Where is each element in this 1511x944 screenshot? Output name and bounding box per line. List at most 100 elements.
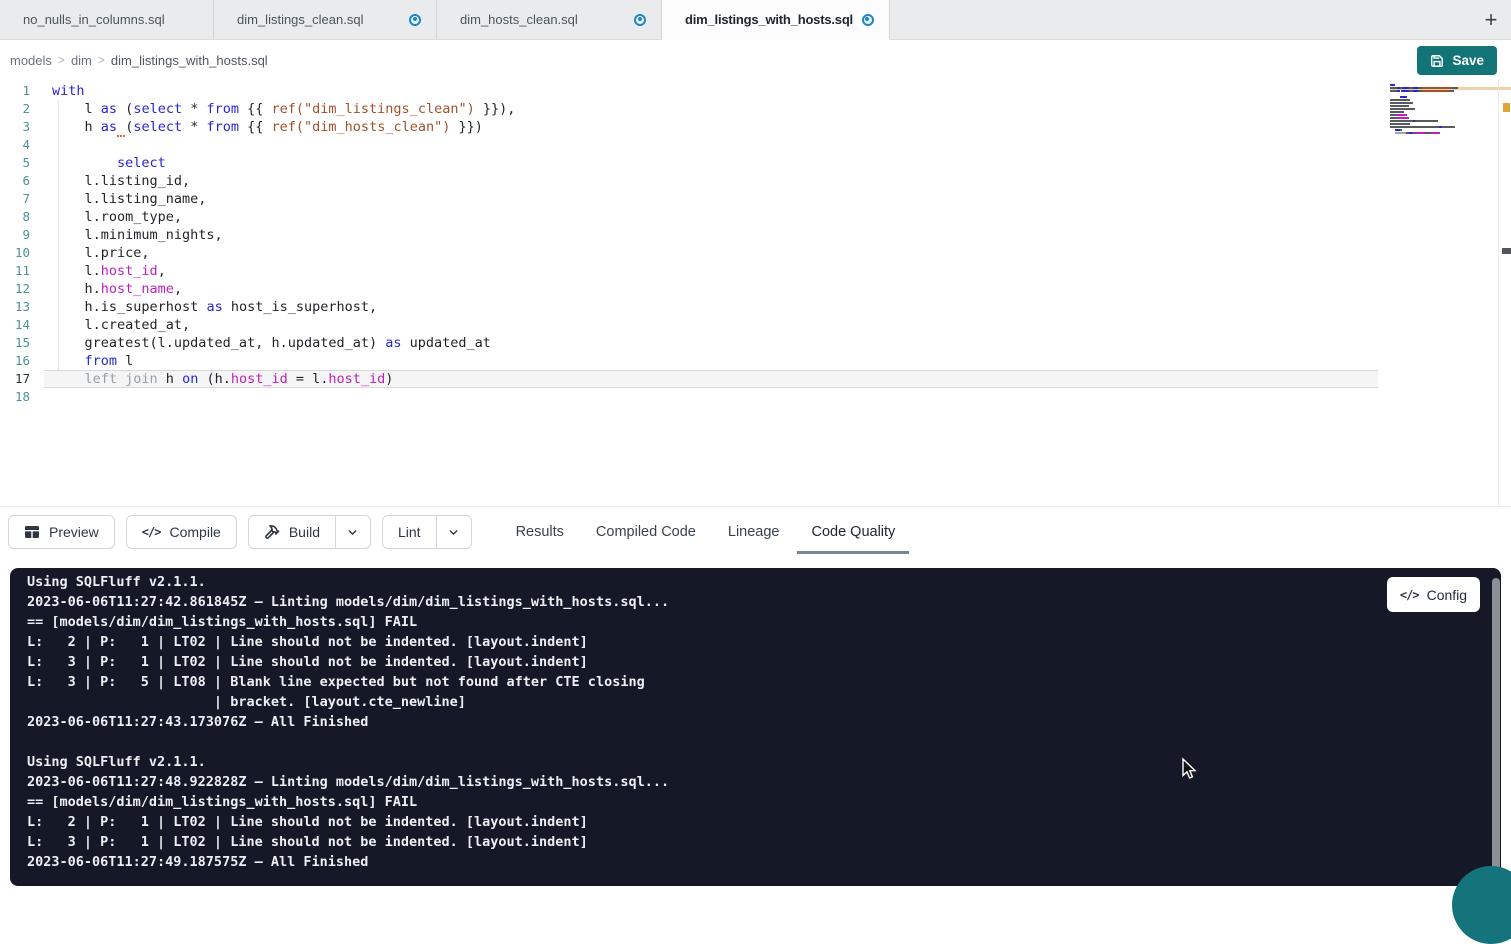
save-button-label: Save [1452, 53, 1484, 68]
preview-button[interactable]: Preview [8, 515, 115, 549]
code-line-text[interactable]: l.listing_name, [44, 190, 1378, 208]
code-line-text[interactable]: l.created_at, [44, 316, 1378, 334]
lint-button-label: Lint [398, 524, 421, 540]
modified-dot-icon [409, 14, 421, 26]
code-line-text[interactable]: left join h on (h.host_id = l.host_id) [44, 370, 1378, 388]
line-number: 14 [0, 316, 30, 334]
code-line: 5 select [0, 154, 1378, 172]
compile-button-label: Compile [169, 524, 220, 540]
editor-toolbar: Preview </> Compile Build [0, 506, 1511, 557]
tab-compiled-code[interactable]: Compiled Code [580, 507, 712, 558]
code-brackets-icon: </> [142, 525, 161, 539]
new-tab-button[interactable]: + [1477, 6, 1505, 34]
build-dropdown-button[interactable] [335, 516, 370, 548]
code-line-text[interactable]: from l [44, 352, 1378, 370]
line-number: 18 [0, 388, 30, 406]
line-number: 3 [0, 118, 30, 136]
line-number: 1 [0, 82, 30, 100]
editor-tab-label: no_nulls_in_columns.sql [23, 12, 165, 27]
code-line-text[interactable]: l.room_type, [44, 208, 1378, 226]
tab-results[interactable]: Results [500, 507, 580, 558]
editor-tab-bar: no_nulls_in_columns.sql dim_listings_clea… [0, 0, 1511, 40]
modified-dot-icon [634, 14, 646, 26]
line-number: 13 [0, 298, 30, 316]
line-number: 8 [0, 208, 30, 226]
code-line: 14 l.created_at, [0, 316, 1378, 334]
editor-tab[interactable]: dim_listings_with_hosts.sql [662, 0, 890, 40]
editor-tab[interactable]: dim_hosts_clean.sql [437, 0, 662, 39]
chevron-right-icon: > [98, 53, 105, 67]
line-number: 17 [0, 370, 30, 388]
lint-console-output: Using SQLFluff v2.1.1. 2023-06-06T11:27:… [27, 572, 669, 872]
breadcrumb-item: models [10, 53, 52, 68]
console-scrollbar[interactable] [1492, 578, 1500, 878]
table-grid-icon [24, 524, 40, 540]
indent-guide [58, 100, 59, 370]
line-number: 4 [0, 136, 30, 154]
code-line: 1 with [0, 82, 1378, 100]
editor-tab-label: dim_hosts_clean.sql [460, 12, 578, 27]
code-line-text[interactable]: l.listing_id, [44, 172, 1378, 190]
code-line: 3 h as (select * from {{ ref("dim_hosts_… [0, 118, 1378, 136]
code-line-text[interactable]: h.is_superhost as host_is_superhost, [44, 298, 1378, 316]
code-line: 9 l.minimum_nights, [0, 226, 1378, 244]
code-line: 17 left join h on (h.host_id = l.host_id… [0, 370, 1378, 388]
preview-button-label: Preview [49, 524, 99, 540]
overview-ruler-separator [1498, 80, 1499, 506]
code-line-text[interactable]: h as (select * from {{ ref("dim_hosts_cl… [44, 118, 1378, 136]
config-button[interactable]: </> Config [1387, 577, 1480, 612]
tab-lineage[interactable]: Lineage [712, 507, 796, 558]
breadcrumb: models>dim>dim_listings_with_hosts.sql [10, 53, 268, 68]
code-line: 4 [0, 136, 1378, 154]
code-editor[interactable]: 1with2 l as (select * from {{ ref("dim_l… [0, 80, 1511, 506]
code-lines: 1with2 l as (select * from {{ ref("dim_l… [0, 82, 1378, 406]
build-button[interactable]: Build [249, 516, 335, 548]
minimap[interactable] [1390, 84, 1498, 138]
overview-ruler-lint-mark [1503, 103, 1510, 112]
config-button-label: Config [1427, 587, 1467, 603]
tab-code-quality[interactable]: Code Quality [795, 507, 911, 558]
editor-tab-label: dim_listings_clean.sql [237, 12, 363, 27]
code-line-text[interactable] [44, 388, 1378, 406]
build-split-button: Build [248, 515, 371, 549]
code-line-text[interactable]: h.host_name, [44, 280, 1378, 298]
code-line-text[interactable]: l.price, [44, 244, 1378, 262]
file-header: models>dim>dim_listings_with_hosts.sql S… [0, 40, 1511, 80]
line-number: 10 [0, 244, 30, 262]
code-line-text[interactable]: l.minimum_nights, [44, 226, 1378, 244]
line-number: 15 [0, 334, 30, 352]
code-line-text[interactable]: l as (select * from {{ ref("dim_listings… [44, 100, 1378, 118]
minimap-line [1390, 135, 1498, 138]
lint-split-button: Lint [382, 515, 472, 549]
code-line: 2 l as (select * from {{ ref("dim_listin… [0, 100, 1378, 118]
plus-icon: + [1485, 7, 1498, 32]
editor-tab[interactable]: dim_listings_clean.sql [214, 0, 437, 39]
floppy-save-icon [1430, 54, 1444, 68]
code-line: 10 l.price, [0, 244, 1378, 262]
code-line: 8 l.room_type, [0, 208, 1378, 226]
code-line-text[interactable]: l.host_id, [44, 262, 1378, 280]
code-line-text[interactable]: greatest(l.updated_at, h.updated_at) as … [44, 334, 1378, 352]
editor-tab[interactable]: no_nulls_in_columns.sql [0, 0, 214, 39]
compile-button[interactable]: </> Compile [126, 515, 237, 549]
line-number: 16 [0, 352, 30, 370]
line-number: 6 [0, 172, 30, 190]
line-number: 9 [0, 226, 30, 244]
results-tab-group: ResultsCompiled CodeLineageCode Quality [500, 507, 912, 558]
line-number: 5 [0, 154, 30, 172]
save-button[interactable]: Save [1417, 46, 1497, 75]
code-line: 16 from l [0, 352, 1378, 370]
code-line-text[interactable]: select [44, 154, 1378, 172]
chevron-down-icon [447, 526, 460, 539]
lint-dropdown-button[interactable] [436, 516, 471, 548]
code-line: 7 l.listing_name, [0, 190, 1378, 208]
modified-dot-icon [862, 14, 874, 26]
breadcrumb-item: dim [71, 53, 92, 68]
lint-button[interactable]: Lint [383, 516, 436, 548]
code-line: 18 [0, 388, 1378, 406]
code-line-text[interactable]: with [44, 82, 1378, 100]
line-number: 2 [0, 100, 30, 118]
line-number: 11 [0, 262, 30, 280]
code-line-text[interactable] [44, 136, 1378, 154]
code-line: 12 h.host_name, [0, 280, 1378, 298]
